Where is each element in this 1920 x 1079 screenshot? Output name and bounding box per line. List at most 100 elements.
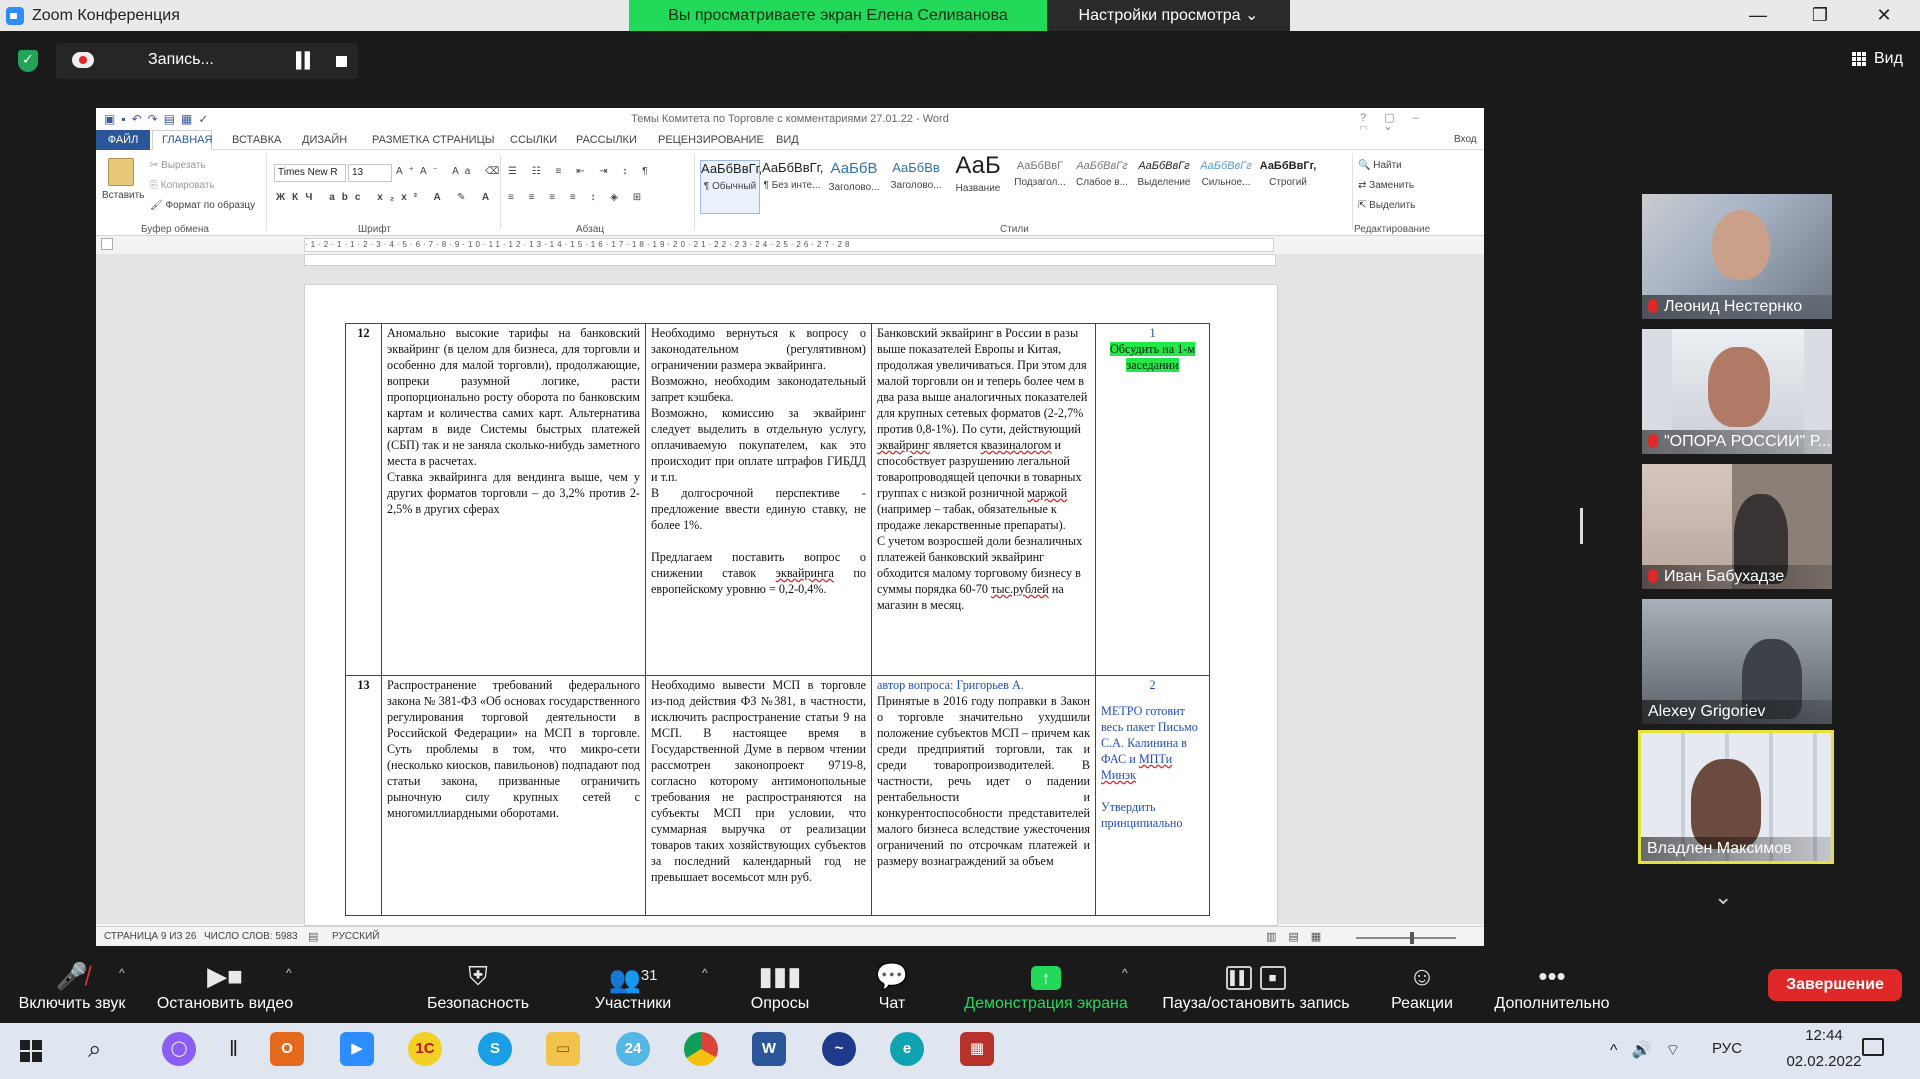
paste-icon[interactable] [108,158,134,186]
tab-design[interactable]: ДИЗАЙН [302,134,347,146]
sign-in-link[interactable]: Вход [1454,134,1477,145]
participant-tile-active-speaker[interactable]: Владлен Максимов [1638,730,1834,864]
style-strong[interactable]: АаБбВвГг, Строгий [1258,160,1318,214]
tab-mailings[interactable]: РАССЫЛКИ [576,134,637,146]
view-button[interactable]: Вид [1874,50,1903,68]
maximize-button[interactable]: ❐ [1800,3,1840,27]
skype-icon[interactable]: S [478,1032,512,1066]
1c-icon[interactable]: 1С [408,1032,442,1066]
find-button[interactable]: 🔍 Найти [1358,160,1402,171]
chevron-down-icon[interactable]: ⌄ [1714,884,1732,910]
notifications-icon[interactable] [1862,1038,1884,1056]
participants-button[interactable]: 👥31 Участники [580,955,686,1023]
minimize-button[interactable]: — [1738,3,1778,27]
decision-cell[interactable]: 2 МЕТРО готовит весь пакет Письмо С.А. К… [1095,675,1210,916]
participants-options-caret[interactable]: ^ [702,966,708,980]
tab-file[interactable]: ФАЙЛ [96,130,150,150]
app-icon[interactable]: ~ [822,1032,856,1066]
security-button[interactable]: ⛨ Безопасность [420,955,536,1023]
style-title[interactable]: АаБ Название [948,154,1008,214]
outlook-icon[interactable]: O [270,1032,304,1066]
replace-button[interactable]: ⇄ Заменить [1358,180,1414,191]
panel-resize-handle[interactable] [1580,508,1583,544]
language-indicator[interactable]: РУССКИЙ [332,931,379,942]
list-buttons[interactable]: ☰ ☷ ≡ ⇤ ⇥ ↕ ¶ [508,166,654,177]
alice-assistant-icon[interactable]: ◯ [162,1032,196,1066]
chrome-icon[interactable] [684,1032,718,1066]
style-no-spacing[interactable]: АаБбВвГг, ¶ Без инте... [762,160,823,214]
more-button[interactable]: ••• Дополнительно [1486,955,1618,1023]
style-emphasis[interactable]: АаБбВвГг Выделение [1134,160,1194,214]
style-heading-1[interactable]: АаБбВ Заголово... [824,160,884,214]
tab-insert[interactable]: ВСТАВКА [232,134,281,146]
participant-tile[interactable]: "ОПОРА РОССИИ" Р... [1642,329,1832,454]
grid-view-icon[interactable] [1852,52,1866,66]
participant-tile[interactable]: Иван Бабухадзе [1642,464,1832,589]
search-icon[interactable]: ⌕ [88,1036,101,1064]
pause-stop-recording-button[interactable]: ▌▌ ■ Пауза/остановить запись [1154,955,1358,1023]
chat-button[interactable]: 💬 Чат [852,955,932,1023]
document-page[interactable]: 12 Аномально высокие тарифы на банковски… [304,284,1278,926]
tab-review[interactable]: РЕЦЕНЗИРОВАНИЕ [658,134,764,146]
style-subtitle[interactable]: АаБбВвГ Подзагол... [1010,160,1070,214]
app-icon[interactable]: ▦ [960,1032,994,1066]
font-size-select[interactable]: 13 [348,164,392,182]
problem-cell[interactable]: Аномально высокие тарифы на банковский э… [381,323,646,676]
decision-cell[interactable]: 1 Обсудить на 1-м заседании [1095,323,1210,676]
style-subtle-emphasis[interactable]: АаБбВвГг Слабое в... [1072,160,1132,214]
participant-tile[interactable]: Alexey Grigoriev [1642,599,1832,724]
horizontal-ruler[interactable]: ·1·2·1·1·2·3·4·5·6·7·8·9·10·11·12·13·14·… [304,238,1274,252]
polls-button[interactable]: ▮▮▮ Опросы [740,955,820,1023]
format-painter-button[interactable]: 🖌 Формат по образцу [150,200,255,211]
alignment-buttons[interactable]: ≡ ≡ ≡ ≡ ↕ ◈ ⊞ [508,192,647,203]
clock-time[interactable]: 12:44 [1786,1027,1862,1044]
cut-button[interactable]: ✂ Вырезать [150,160,206,171]
select-button[interactable]: ⇱ Выделить [1358,200,1415,211]
share-options-caret[interactable]: ^ [1122,966,1128,980]
keyboard-language[interactable]: РУС [1712,1040,1742,1057]
problem-cell[interactable]: Распространение требований федерального … [381,675,646,916]
proposal-cell[interactable]: Необходимо вернуться к вопросу о законод… [645,323,872,676]
view-settings-dropdown[interactable]: Настройки просмотра ⌄ [1047,0,1290,31]
stop-recording-icon[interactable] [336,56,347,67]
proposal-cell[interactable]: Необходимо вывести МСП в торговле из-под… [645,675,872,916]
pause-recording-icon[interactable]: ▌▌ [296,52,315,69]
reactions-button[interactable]: ☺ Реакции [1380,955,1464,1023]
tab-view[interactable]: ВИД [776,134,799,146]
font-size-controls[interactable]: A⁺A⁻ Aa ⌫ [396,166,505,177]
proofing-icon[interactable]: ▤ [308,930,318,943]
file-explorer-icon[interactable]: ▭ [546,1032,580,1066]
page-indicator[interactable]: СТРАНИЦА 9 ИЗ 26 [104,931,196,942]
edge-icon[interactable]: e [890,1032,924,1066]
video-options-caret[interactable]: ^ [286,966,292,980]
encryption-shield-icon[interactable] [18,50,38,72]
system-tray-icons[interactable]: ^🔊⌔ [1610,1040,1694,1060]
comment-cell[interactable]: Банковский эквайринг в России в разы выш… [871,323,1096,676]
style-intense-emphasis[interactable]: АаБбВвГг Сильное... [1196,160,1256,214]
windows-start-icon[interactable] [20,1040,42,1062]
zoom-taskbar-icon[interactable]: ▶ [340,1032,374,1066]
share-screen-button[interactable]: ↑ Демонстрация экрана [956,955,1136,1023]
style-heading-2[interactable]: АаБбВв Заголово... [886,160,946,214]
participant-tile[interactable]: Леонид Нестернко [1642,194,1832,319]
zoom-slider[interactable] [1356,937,1456,939]
task-view-icon[interactable]: ‖ [229,1036,238,1062]
close-button[interactable]: ✕ [1864,3,1904,27]
view-mode-buttons[interactable]: ▥▤▦ [1266,930,1333,943]
word-count[interactable]: ЧИСЛО СЛОВ: 5983 [204,931,298,942]
tab-layout[interactable]: РАЗМЕТКА СТРАНИЦЫ [372,134,494,146]
unmute-button[interactable]: 🎤̸ Включить звук [8,955,136,1023]
word-taskbar-icon[interactable]: W [752,1032,786,1066]
copy-button[interactable]: ⎘ Копировать [150,180,215,191]
tab-selector[interactable] [101,238,113,250]
comment-cell[interactable]: автор вопроса: Григорьев А. Принятые в 2… [871,675,1096,916]
stop-video-button[interactable]: ▶■ Остановить видео [150,955,300,1023]
end-meeting-button[interactable]: Завершение [1768,969,1902,1001]
paste-button[interactable]: Вставить [102,190,144,201]
style-normal[interactable]: АаБбВвГг, ¶ Обычный [700,160,762,214]
zoom-slider-thumb[interactable] [1410,932,1414,944]
audio-options-caret[interactable]: ^ [119,966,125,980]
font-format-buttons[interactable]: ЖКЧ abc x₂x² A ✎ A [276,192,496,203]
clock-date[interactable]: 02.02.2022 [1786,1053,1862,1070]
tab-references[interactable]: ССЫЛКИ [510,134,557,146]
